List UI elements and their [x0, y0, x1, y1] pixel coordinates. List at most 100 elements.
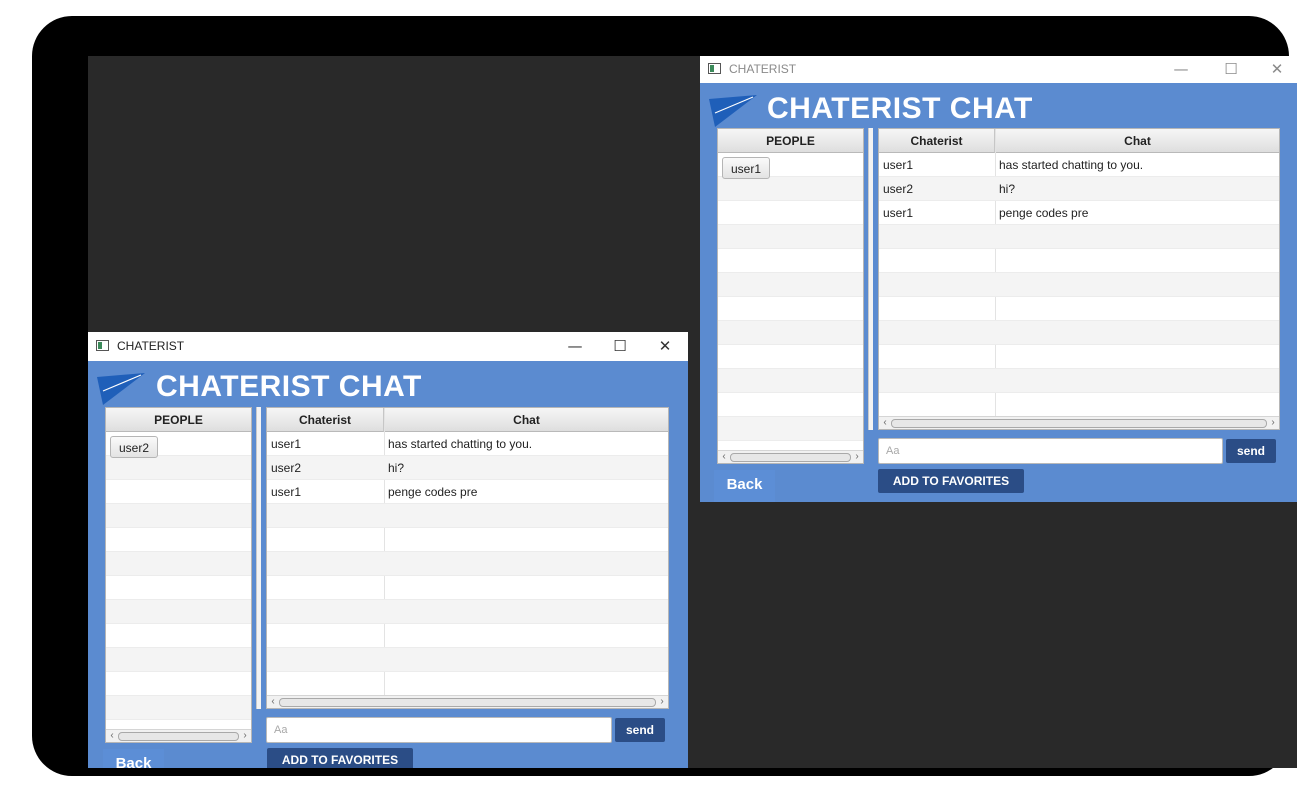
close-icon[interactable]: ✕ [642, 332, 688, 361]
table-row [106, 456, 251, 480]
person-button-user2[interactable]: user2 [110, 436, 159, 458]
table-row [718, 369, 863, 393]
desktop: CHATERIST — ☐ ✕ CHATERIST CHAT PEOPLE us… [88, 56, 1297, 768]
scroll-right-icon[interactable]: › [1268, 417, 1278, 429]
table-row [106, 480, 251, 504]
people-column-header[interactable]: PEOPLE [106, 408, 251, 432]
people-column-header[interactable]: PEOPLE [718, 129, 863, 153]
scrollbar-thumb[interactable] [730, 453, 851, 462]
title-bar[interactable]: CHATERIST — ☐ ✕ [700, 56, 1297, 83]
table-row [718, 417, 863, 441]
chat-window-user2: CHATERIST — ☐ ✕ CHATERIST CHAT PEOPLE us… [88, 332, 688, 768]
people-table: PEOPLE user2 ‹ › [105, 407, 252, 743]
message-text: hi? [999, 182, 1016, 196]
table-row [879, 345, 1279, 369]
message-text: has started chatting to you. [388, 437, 533, 451]
window-title: CHATERIST [729, 62, 797, 76]
table-row[interactable]: user2 hi? [267, 456, 668, 480]
minimize-icon[interactable]: — [1158, 56, 1204, 83]
message-user: user1 [271, 485, 302, 499]
table-row [718, 297, 863, 321]
message-user: user2 [271, 461, 302, 475]
split-divider[interactable] [868, 128, 873, 430]
chat-table: Chaterist Chat user1 has started chatting… [266, 407, 669, 709]
table-row [267, 624, 668, 648]
table-row [718, 321, 863, 345]
app-heading: CHATERIST CHAT [767, 92, 1033, 125]
table-row [718, 273, 863, 297]
title-bar[interactable]: CHATERIST — ☐ ✕ [88, 332, 688, 361]
table-row [879, 273, 1279, 297]
chaterist-column-header[interactable]: Chaterist [267, 408, 384, 432]
table-row[interactable]: user1 penge codes pre [267, 480, 668, 504]
chat-table: Chaterist Chat user1 has started chatting… [878, 128, 1280, 430]
chat-horizontal-scrollbar[interactable]: ‹ › [267, 695, 668, 708]
people-rows [106, 432, 251, 742]
back-button[interactable]: Back [714, 470, 775, 502]
back-button[interactable]: Back [103, 749, 164, 768]
close-icon[interactable]: ✕ [1254, 56, 1297, 83]
table-row [267, 672, 668, 696]
table-row[interactable]: user1 has started chatting to you. [879, 153, 1279, 177]
device-frame: CHATERIST — ☐ ✕ CHATERIST CHAT PEOPLE us… [32, 16, 1297, 776]
table-row [879, 369, 1279, 393]
scroll-left-icon[interactable]: ‹ [880, 417, 890, 429]
people-horizontal-scrollbar[interactable]: ‹ › [106, 729, 251, 742]
people-rows [718, 153, 863, 463]
table-row [106, 624, 251, 648]
chat-window-user1: CHATERIST — ☐ ✕ CHATERIST CHAT PEOPLE us… [700, 56, 1297, 502]
table-row [718, 225, 863, 249]
chaterist-column-header[interactable]: Chaterist [879, 129, 995, 153]
table-row[interactable]: user2 hi? [879, 177, 1279, 201]
table-row[interactable]: user1 penge codes pre [879, 201, 1279, 225]
scrollbar-thumb[interactable] [118, 732, 239, 741]
paper-plane-logo-icon [709, 95, 757, 127]
send-button[interactable]: send [615, 718, 665, 742]
table-row [879, 297, 1279, 321]
chat-column-header[interactable]: Chat [384, 408, 668, 432]
table-row [718, 201, 863, 225]
table-row [106, 552, 251, 576]
table-row [267, 576, 668, 600]
send-button[interactable]: send [1226, 439, 1276, 463]
table-row [718, 177, 863, 201]
table-row [879, 393, 1279, 417]
table-row [879, 321, 1279, 345]
scroll-right-icon[interactable]: › [240, 730, 250, 742]
table-row [106, 672, 251, 696]
chat-column-header[interactable]: Chat [995, 129, 1279, 153]
scroll-right-icon[interactable]: › [657, 696, 667, 708]
scroll-left-icon[interactable]: ‹ [268, 696, 278, 708]
app-heading: CHATERIST CHAT [156, 370, 422, 403]
table-row [879, 225, 1279, 249]
message-input-placeholder: Aa [274, 724, 288, 736]
add-to-favorites-button[interactable]: ADD TO FAVORITES [878, 469, 1024, 493]
message-input[interactable]: Aa [878, 438, 1223, 464]
scrollbar-thumb[interactable] [891, 419, 1267, 428]
table-row[interactable]: user1 has started chatting to you. [267, 432, 668, 456]
add-to-favorites-button[interactable]: ADD TO FAVORITES [267, 748, 413, 768]
table-row [267, 552, 668, 576]
message-input[interactable]: Aa [266, 717, 612, 743]
table-row [718, 345, 863, 369]
split-divider[interactable] [256, 407, 261, 709]
table-row [106, 576, 251, 600]
table-row [106, 648, 251, 672]
message-input-placeholder: Aa [886, 445, 900, 457]
message-user: user2 [883, 182, 914, 196]
person-button-user1[interactable]: user1 [722, 157, 771, 179]
chat-horizontal-scrollbar[interactable]: ‹ › [879, 416, 1279, 429]
minimize-icon[interactable]: — [552, 332, 598, 361]
message-user: user1 [271, 437, 302, 451]
scroll-left-icon[interactable]: ‹ [107, 730, 117, 742]
scroll-left-icon[interactable]: ‹ [719, 451, 729, 463]
maximize-icon[interactable]: ☐ [1208, 56, 1254, 83]
scrollbar-thumb[interactable] [279, 698, 656, 707]
paper-plane-logo-icon [97, 373, 145, 405]
table-row [267, 504, 668, 528]
scroll-right-icon[interactable]: › [852, 451, 862, 463]
table-row [106, 528, 251, 552]
message-text: penge codes pre [999, 206, 1089, 220]
people-horizontal-scrollbar[interactable]: ‹ › [718, 450, 863, 463]
maximize-icon[interactable]: ☐ [597, 332, 643, 361]
